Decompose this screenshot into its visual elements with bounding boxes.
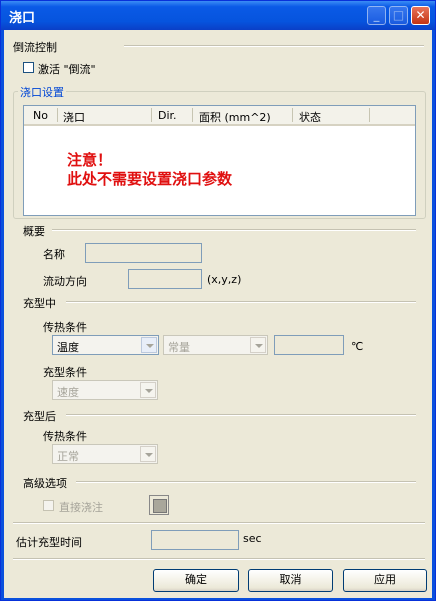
column-header-area[interactable]: 面积 (mm^2) [199,109,271,125]
direct-pour-label[interactable]: 直接浇注 [59,499,103,515]
estimated-fill-time-input[interactable] [151,530,239,550]
gate-table[interactable]: No 浇口 Dir. 面积 (mm^2) 状态 注意！ 此处不需要设置浇口参数 [23,105,416,216]
column-header-dir[interactable]: Dir. [158,109,177,122]
gate-settings-header: 浇口设置 [18,84,66,100]
notice-line-2: 此处不需要设置浇口参数 [67,170,233,188]
close-icon[interactable]: ✕ [411,6,430,25]
summary-divider [52,229,416,231]
heat-transfer-mode-select[interactable]: 常量 [163,335,268,355]
filling-section-header: 充型中 [23,297,56,310]
gate-dialog-window: 浇口 _ □ ✕ 倒流控制 激活 "倒流" 浇口设置 No 浇口 Dir. 面积… [0,0,436,601]
backflow-divider [124,45,424,47]
chevron-down-icon[interactable] [140,382,156,398]
direct-pour-options-button[interactable] [149,495,169,515]
after-fill-section-header: 充型后 [23,410,56,423]
heat-transfer-type-select[interactable]: 温度 [52,335,159,355]
direct-pour-checkbox[interactable] [43,500,54,511]
column-header-no[interactable]: No [33,109,48,122]
flow-direction-unit: (x,y,z) [207,273,242,286]
dialog-client-area: 倒流控制 激活 "倒流" 浇口设置 No 浇口 Dir. 面积 (mm^2) 状… [4,30,432,598]
estimated-fill-time-label: 估计充型时间 [16,536,82,549]
filling-condition-select[interactable]: 速度 [52,380,158,400]
apply-button[interactable]: 应用 [343,569,427,592]
chevron-down-icon[interactable] [140,446,156,462]
name-input[interactable] [85,243,202,263]
title-bar[interactable]: 浇口 _ □ ✕ [1,1,435,30]
after-fill-heat-transfer-label: 传热条件 [43,430,87,443]
minimize-icon[interactable]: _ [367,6,386,25]
advanced-section-header: 高级选项 [23,477,67,490]
chevron-down-icon[interactable] [250,337,266,353]
heat-transfer-type-value: 温度 [57,341,79,354]
heat-transfer-value-input[interactable] [274,335,344,355]
gate-table-header: No 浇口 Dir. 面积 (mm^2) 状态 [24,106,415,126]
buttons-divider [13,558,425,560]
cancel-button[interactable]: 取消 [248,569,333,592]
filling-condition-label: 充型条件 [43,366,87,379]
maximize-icon[interactable]: □ [389,6,408,25]
temperature-unit: ℃ [351,340,364,353]
name-label: 名称 [43,248,65,261]
estimate-divider [13,522,425,524]
backflow-section-header: 倒流控制 [13,41,57,54]
advanced-divider [76,481,416,483]
column-header-status[interactable]: 状态 [299,109,321,125]
column-header-gate[interactable]: 浇口 [63,109,85,125]
after-fill-heat-transfer-value: 正常 [57,450,79,463]
filling-divider [66,301,416,303]
flow-direction-label: 流动方向 [43,275,87,288]
ok-button[interactable]: 确定 [153,569,239,592]
after-fill-divider [66,414,416,416]
estimated-fill-time-unit: sec [243,532,262,545]
heat-transfer-mode-value: 常量 [168,341,190,354]
filling-condition-value: 速度 [57,386,79,399]
activate-backflow-checkbox[interactable] [23,62,34,73]
flow-direction-input[interactable] [128,269,202,289]
activate-backflow-label[interactable]: 激活 "倒流" [38,61,96,77]
filling-heat-transfer-label: 传热条件 [43,321,87,334]
summary-section-header: 概要 [23,225,45,238]
chevron-down-icon[interactable] [141,337,157,353]
after-fill-heat-transfer-select[interactable]: 正常 [52,444,158,464]
window-title: 浇口 [9,11,36,26]
notice-line-1: 注意！ [67,151,113,169]
